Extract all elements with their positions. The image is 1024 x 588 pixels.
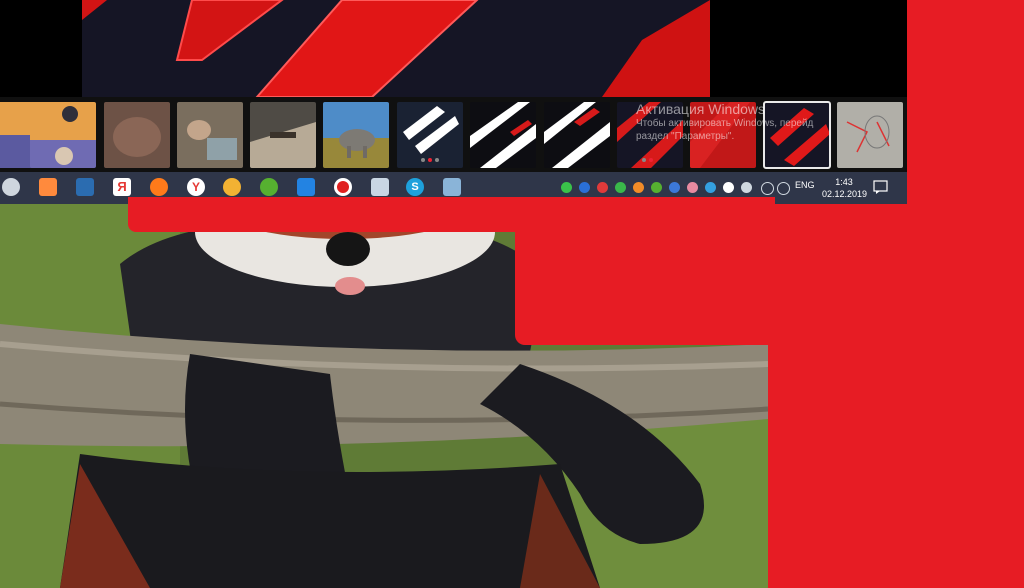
tray-app-icon[interactable] [741,182,752,193]
tray-check-icon[interactable] [615,182,626,193]
clock-time: 1:43 [835,177,853,187]
thumbnail-8[interactable] [470,102,536,168]
windows-activation-watermark: Активация Windows Чтобы активировать Win… [636,101,896,143]
system-clock[interactable]: 1:43 02.12.2019 [822,176,868,200]
clock-date: 02.12.2019 [822,189,868,199]
utorrent-icon[interactable] [260,178,278,196]
microphone-icon[interactable] [371,178,389,196]
tray-status-icon[interactable] [561,182,572,193]
volume-icon[interactable] [777,182,790,195]
wallpaper-preview [0,0,907,97]
thumbnail-4[interactable] [177,102,243,168]
tray-app-icon[interactable] [633,182,644,193]
language-indicator[interactable]: ENG [795,180,815,190]
download-icon[interactable] [297,178,315,196]
skype-icon[interactable]: S [406,178,424,196]
yandex-y-icon[interactable]: Y [187,178,205,196]
thumbnail-3[interactable] [104,102,170,168]
tray-utorrent-icon[interactable] [651,182,662,193]
palette-icon[interactable] [443,178,461,196]
thumbnail-7[interactable] [397,102,463,168]
watermark-line-2: раздел "Параметры". [636,131,735,142]
record-icon[interactable] [334,178,352,196]
watermark-line-1: Чтобы активировать Windows, перейд [636,118,814,129]
red-overlay-shape [128,197,518,232]
tray-app-icon[interactable] [687,182,698,193]
red-overlay-block [515,197,775,345]
tray-app-icon[interactable] [669,182,680,193]
tray-close-icon[interactable] [597,182,608,193]
firefox-icon[interactable] [150,178,168,196]
thumbnail-2[interactable] [30,102,96,168]
headphones-icon[interactable] [223,178,241,196]
notifications-icon[interactable] [872,179,890,195]
wifi-icon[interactable] [761,182,774,195]
calendar-icon[interactable] [39,178,57,196]
thumbnail-6[interactable] [323,102,389,168]
floppy-disk-icon[interactable] [76,178,94,196]
alien-icon[interactable] [2,178,20,196]
yandex-icon[interactable]: Я [113,178,131,196]
thumbnail-5[interactable] [250,102,316,168]
tray-app-icon[interactable] [705,182,716,193]
shield-icon[interactable] [723,182,734,193]
wallpaper-art [82,0,710,97]
watermark-title: Активация Windows [636,101,766,117]
thumbnail-9[interactable] [544,102,610,168]
bluetooth-icon[interactable] [579,182,590,193]
